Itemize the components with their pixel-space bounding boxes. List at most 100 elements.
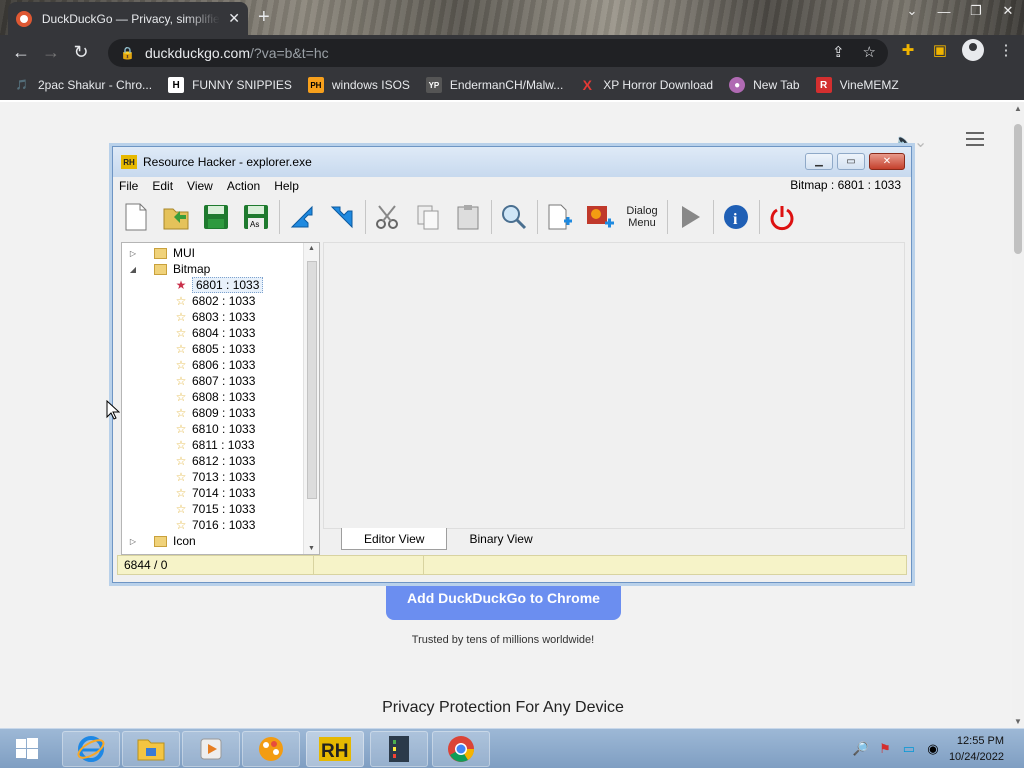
svg-text:i: i (733, 211, 738, 228)
copy-icon[interactable] (411, 200, 445, 234)
menu-edit[interactable]: Edit (152, 179, 173, 193)
file-explorer-icon[interactable] (122, 731, 180, 767)
bookmark-label: EndermanCH/Malw... (449, 78, 564, 92)
info-icon[interactable]: i (719, 200, 753, 234)
restore-button[interactable]: ❐ (960, 0, 992, 22)
resource-tree[interactable]: ▷ MUI ◢ Bitmap ★ 6801 : 1033 ☆ 6802 : 1033 ☆… (121, 242, 320, 555)
rh-close-button[interactable]: ✕ (869, 153, 905, 170)
scroll-down-arrow-icon[interactable]: ▼ (308, 545, 315, 552)
tree-scroll-thumb[interactable] (307, 261, 317, 499)
add-image-resource-icon[interactable] (583, 200, 617, 234)
bookmark-star-icon[interactable]: ☆ (863, 43, 876, 61)
tab-binary-view[interactable]: Binary View (447, 528, 554, 550)
tab-close-icon[interactable]: ✕ (228, 10, 240, 27)
tree-folder-mui[interactable]: ▷ MUI (126, 245, 195, 261)
expand-arrow-icon[interactable]: ▷ (126, 537, 140, 546)
resource-hacker-taskbar-icon[interactable]: RH (306, 731, 364, 767)
bookmark-item[interactable]: PH windows ISOS (307, 77, 410, 93)
flag-tray-icon[interactable]: ⚑ (877, 741, 893, 757)
terminal-app-icon[interactable] (370, 731, 428, 767)
profile-avatar-icon[interactable] (962, 39, 984, 61)
compile-back-arrow-icon[interactable] (285, 200, 319, 234)
browser-tab[interactable]: DuckDuckGo — Privacy, simplified. ✕ (8, 2, 248, 35)
bitmap-resource-item[interactable]: ☆ 6804 : 1033 (174, 325, 256, 341)
bitmap-resource-item[interactable]: ☆ 6808 : 1033 (174, 389, 256, 405)
address-bar[interactable]: 🔒 duckduckgo.com /?va=b&t=hc ⇪ ☆ (108, 39, 888, 67)
bookmark-item[interactable]: R VineMEMZ (815, 77, 899, 93)
scroll-thumb[interactable] (1014, 124, 1022, 254)
new-file-icon[interactable] (119, 200, 153, 234)
display-tray-icon[interactable]: ▭ (901, 741, 917, 757)
bookmark-item[interactable]: H FUNNY SNIPPIES (168, 77, 292, 93)
close-window-button[interactable]: ✕ (992, 0, 1024, 22)
volume-tray-icon[interactable]: ◉ (925, 741, 941, 757)
cut-scissors-icon[interactable] (371, 200, 405, 234)
bitmap-resource-item[interactable]: ☆ 7013 : 1033 (174, 469, 256, 485)
bitmap-resource-item[interactable]: ☆ 6803 : 1033 (174, 309, 256, 325)
internet-explorer-icon[interactable] (62, 731, 120, 767)
paint-app-icon[interactable] (242, 731, 300, 767)
rh-title-bar[interactable]: RH Resource Hacker - explorer.exe ▁ ▭ ✕ (113, 147, 911, 177)
bitmap-resource-item[interactable]: ☆ 6812 : 1033 (174, 453, 256, 469)
paste-clipboard-icon[interactable] (451, 200, 485, 234)
new-tab-button[interactable]: + (258, 6, 270, 29)
scroll-up-arrow-icon[interactable]: ▲ (308, 245, 315, 252)
menu-help[interactable]: Help (274, 179, 299, 193)
bookmark-item[interactable]: 🎵 2pac Shakur - Chro... (14, 77, 152, 93)
bitmap-resource-item[interactable]: ☆ 7015 : 1033 (174, 501, 256, 517)
save-as-icon[interactable]: As (239, 200, 273, 234)
dialog-menu-icon[interactable]: Dialog Menu (623, 200, 661, 234)
chrome-taskbar-icon[interactable] (432, 731, 490, 767)
expand-arrow-icon[interactable]: ▷ (126, 249, 140, 258)
bitmap-resource-item[interactable]: ★ 6801 : 1033 (174, 277, 264, 293)
page-scrollbar[interactable]: ▲ ▼ (1012, 102, 1024, 728)
tab-editor-view[interactable]: Editor View (341, 528, 448, 550)
scroll-up-arrow-icon[interactable]: ▲ (1014, 104, 1022, 113)
hamburger-menu-icon[interactable] (966, 132, 984, 150)
bitmap-resource-item[interactable]: ☆ 6810 : 1033 (174, 421, 256, 437)
reload-icon[interactable]: ↻ (66, 38, 96, 68)
rh-menu-bar: File Edit View Action Help Bitmap : 6801… (113, 177, 911, 195)
bookmark-item[interactable]: ● New Tab (729, 77, 800, 93)
tab-search-icon[interactable]: ⌄ (896, 0, 928, 22)
bookmark-item[interactable]: YP EndermanCH/Malw... (425, 77, 564, 93)
bitmap-resource-item[interactable]: ☆ 7014 : 1033 (174, 485, 256, 501)
exit-power-icon[interactable] (765, 200, 799, 234)
open-file-icon[interactable] (159, 200, 193, 234)
bitmap-resource-item[interactable]: ☆ 6809 : 1033 (174, 405, 256, 421)
bitmap-resource-item[interactable]: ☆ 7016 : 1033 (174, 517, 256, 533)
run-play-icon[interactable] (673, 200, 707, 234)
forward-arrow-icon[interactable]: → (36, 38, 66, 68)
menu-file[interactable]: File (119, 179, 138, 193)
minimize-button[interactable]: — (928, 0, 960, 22)
chrome-menu-icon[interactable]: ⋮ (996, 41, 1016, 59)
bitmap-resource-item[interactable]: ☆ 6805 : 1033 (174, 341, 256, 357)
menu-view[interactable]: View (187, 179, 213, 193)
collapse-arrow-icon[interactable]: ◢ (126, 265, 140, 274)
back-arrow-icon[interactable]: ← (6, 38, 36, 68)
rh-maximize-button[interactable]: ▭ (837, 153, 865, 170)
compile-forward-arrow-icon[interactable] (325, 200, 359, 234)
bookmark-item[interactable]: X XP Horror Download (579, 77, 714, 93)
tree-scrollbar[interactable]: ▲ ▼ (303, 243, 319, 554)
search-magnifier-icon[interactable] (497, 200, 531, 234)
add-resource-icon[interactable] (543, 200, 577, 234)
start-button[interactable] (0, 729, 54, 768)
menu-action[interactable]: Action (227, 179, 260, 193)
bitmap-resource-item[interactable]: ☆ 6807 : 1033 (174, 373, 256, 389)
scroll-down-arrow-icon[interactable]: ▼ (1014, 717, 1022, 726)
rh-minimize-button[interactable]: ▁ (805, 153, 833, 170)
extensions-puzzle-icon[interactable]: ✚ (898, 41, 918, 59)
media-player-icon[interactable] (182, 731, 240, 767)
bitmap-resource-item[interactable]: ☆ 6806 : 1033 (174, 357, 256, 373)
tree-folder-icon[interactable]: ▷ Icon (126, 533, 196, 549)
bitmap-resource-item[interactable]: ☆ 6802 : 1033 (174, 293, 256, 309)
save-icon[interactable] (199, 200, 233, 234)
menu-label: Menu (628, 217, 656, 229)
search-tray-icon[interactable]: 🔎 (853, 741, 869, 757)
tree-folder-bitmap[interactable]: ◢ Bitmap (126, 261, 210, 277)
side-panel-icon[interactable]: ▣ (930, 41, 950, 59)
bitmap-resource-item[interactable]: ☆ 6811 : 1033 (174, 437, 255, 453)
share-icon[interactable]: ⇪ (832, 43, 845, 61)
taskbar-clock[interactable]: 12:55 PM 10/24/2022 (949, 733, 1004, 765)
